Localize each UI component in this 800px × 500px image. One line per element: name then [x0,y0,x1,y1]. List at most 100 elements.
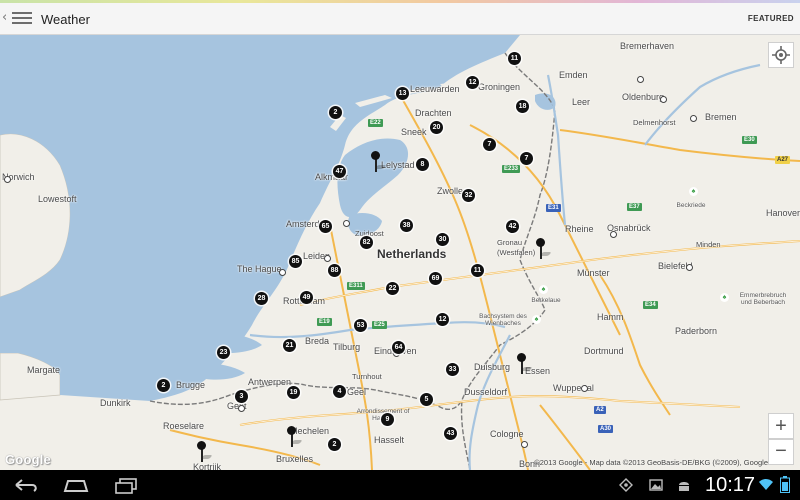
road-shield: E311 [347,282,365,290]
station-marker[interactable]: 8 [416,158,429,171]
station-marker[interactable]: 21 [283,339,296,352]
city-dot [279,269,286,276]
city-label: Bremerhaven [620,41,675,51]
park-label: Emmerbrebruch und Beberbach [739,292,787,306]
station-marker[interactable]: 7 [520,152,533,165]
road-shield: A30 [598,425,614,433]
recent-apps-icon[interactable] [112,475,140,495]
station-marker[interactable]: 33 [446,363,459,376]
station-marker[interactable]: 19 [287,386,300,399]
station-marker[interactable]: 53 [354,319,367,332]
battery-icon [780,476,790,493]
station-marker[interactable]: 12 [436,313,449,326]
home-icon[interactable] [62,475,90,495]
station-marker[interactable]: 2 [328,438,341,451]
station-marker[interactable]: 11 [508,52,521,65]
station-marker[interactable]: 49 [300,291,313,304]
road-shield: E31 [546,204,561,212]
city-label: Oldenburg [622,92,665,102]
road-shield: E37 [627,203,642,211]
park-icon: ♠ [539,285,548,294]
station-marker[interactable]: 7 [483,138,496,151]
city-dot [581,385,588,392]
station-marker[interactable]: 9 [381,413,394,426]
station-marker[interactable]: 30 [436,233,449,246]
station-marker[interactable]: 4 [333,385,346,398]
station-marker[interactable]: 47 [333,165,346,178]
station-marker[interactable]: 65 [319,220,332,233]
station-marker[interactable]: 18 [516,100,529,113]
station-marker[interactable]: 64 [392,341,405,354]
country-label: Netherlands [377,247,447,261]
station-marker[interactable]: 43 [444,427,457,440]
city-label: Münster [577,268,610,278]
city-label: Hanover [766,208,800,218]
station-marker[interactable]: 11 [471,264,484,277]
menu-icon[interactable] [12,10,32,28]
station-marker[interactable]: 28 [255,292,268,305]
status-clock: 10:17 [705,474,756,496]
station-marker[interactable]: 13 [396,87,409,100]
weather-pin[interactable] [535,238,552,260]
gps-icon [619,478,633,492]
map-attribution: ©2013 Google - Map data ©2013 GeoBasis-D… [534,458,768,467]
zoom-out-button[interactable]: − [768,439,794,465]
city-label: Leer [572,97,591,107]
gallery-icon [649,479,663,491]
station-marker[interactable]: 88 [328,264,341,277]
map-view[interactable]: Netherlands Bremerhaven Emden Oldenburg … [0,35,800,470]
station-marker[interactable]: 2 [329,106,342,119]
weather-pin[interactable] [196,441,213,463]
city-label: Leeuwarden [410,84,460,94]
city-label: Dortmund [584,346,624,356]
city-label: Hamm [597,312,624,322]
station-marker[interactable]: 85 [289,255,302,268]
city-dot [324,255,331,262]
park-label: Berkelaue [531,297,561,304]
city-label: Dunkirk [100,398,131,408]
station-marker[interactable]: 2 [157,379,170,392]
station-marker[interactable]: 82 [360,236,373,249]
city-label: Dusseldorf [464,387,508,397]
station-marker[interactable]: 38 [400,219,413,232]
weather-pin[interactable] [516,353,533,375]
city-label: Rheine [565,224,594,234]
up-caret-icon[interactable]: ‹ [2,11,7,25]
back-icon[interactable] [12,475,40,495]
station-marker[interactable]: 23 [217,346,230,359]
weather-pin[interactable] [370,151,387,173]
road-shield: E30 [742,136,757,144]
station-marker[interactable]: 5 [420,393,433,406]
city-dot [238,405,245,412]
station-marker[interactable]: 69 [429,272,442,285]
station-marker[interactable]: 22 [386,282,399,295]
city-dot [660,96,667,103]
city-label: Brugge [176,380,206,390]
city-label: Bruxelles [276,454,314,464]
city-dot [343,220,350,227]
weather-pin[interactable] [286,426,303,448]
my-location-button[interactable] [768,42,794,68]
city-label: Duisburg [474,362,511,372]
station-marker[interactable]: 12 [466,76,479,89]
city-label: Sneek [401,127,427,137]
station-marker[interactable]: 20 [430,121,443,134]
road-shield: A27 [775,156,791,164]
station-marker[interactable]: 32 [462,189,475,202]
featured-button[interactable]: FEATURED [748,14,794,23]
system-nav-bar: 10:17 [0,470,800,500]
park-icon: ♠ [720,293,729,302]
park-label: Bachsystem des Wienbaches [479,313,527,327]
road-shield: E22 [368,119,383,127]
station-marker[interactable]: 42 [506,220,519,233]
city-label: Drachten [415,108,452,118]
city-label: Geel [347,387,367,397]
city-label: Lowestoft [38,194,77,204]
android-icon [679,482,689,491]
city-label: Delmenhorst [633,118,676,127]
station-marker[interactable]: 3 [235,390,248,403]
zoom-in-button[interactable]: + [768,413,794,439]
city-label: Kortrijk [193,462,222,470]
action-bar: ‹ Weather FEATURED [0,3,800,35]
city-dot [4,176,11,183]
